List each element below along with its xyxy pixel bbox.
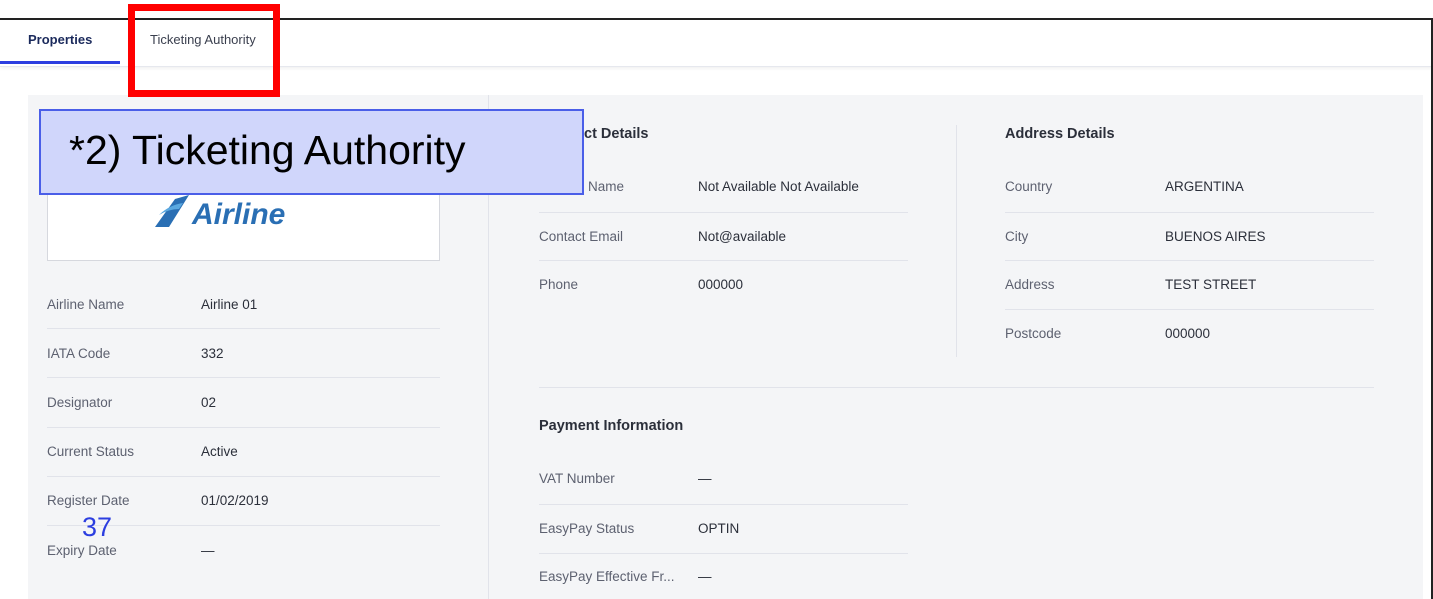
row-divider	[47, 377, 440, 378]
airline-swoosh-icon	[155, 195, 189, 227]
contact-name-label: Name	[588, 179, 625, 194]
row-divider	[47, 427, 440, 428]
postcode-value: 000000	[1165, 326, 1211, 341]
row-divider	[1005, 212, 1374, 213]
expiry-date-label: Expiry Date	[47, 543, 117, 558]
phone-label: Phone	[539, 277, 579, 292]
row-divider	[539, 504, 908, 505]
register-date-label: Register Date	[47, 493, 130, 508]
airline-name-value: Airline 01	[201, 297, 258, 312]
easypay-effective-label: EasyPay Effective Fr...	[539, 569, 675, 584]
easypay-status-label: EasyPay Status	[539, 521, 635, 536]
city-value: BUENOS AIRES	[1165, 229, 1266, 244]
city-label: City	[1005, 229, 1029, 244]
vat-number-value: —	[698, 471, 712, 486]
expiry-date-value: —	[201, 543, 215, 558]
easypay-effective-value: —	[698, 569, 712, 584]
row-divider	[47, 328, 440, 329]
designator-value: 02	[201, 395, 217, 410]
designator-label: Designator	[47, 395, 113, 410]
country-value: ARGENTINA	[1165, 179, 1244, 194]
column-divider	[956, 125, 957, 357]
active-tab-indicator	[0, 61, 120, 64]
phone-value: 000000	[698, 277, 744, 292]
row-divider	[539, 212, 908, 213]
contact-email-label: Contact Email	[539, 229, 624, 244]
contact-details-header: ct Details	[584, 126, 649, 142]
payment-information-header: Payment Information	[539, 418, 684, 434]
row-divider	[1005, 260, 1374, 261]
contact-name-value: Not Available Not Available	[698, 179, 859, 194]
row-divider	[539, 553, 908, 554]
current-status-value: Active	[201, 444, 238, 459]
contact-email-value: Not@available	[698, 229, 787, 244]
current-status-label: Current Status	[47, 444, 135, 459]
register-date-value: 01/02/2019	[201, 493, 269, 508]
iata-code-label: IATA Code	[47, 346, 111, 361]
row-divider	[1005, 309, 1374, 310]
address-details-header: Address Details	[1005, 126, 1115, 142]
callout-label: *2) Ticketing Authority	[69, 127, 466, 173]
easypay-status-value: OPTIN	[698, 521, 740, 536]
address-value: TEST STREET	[1165, 277, 1257, 292]
vat-number-label: VAT Number	[539, 471, 615, 486]
address-label: Address	[1005, 277, 1055, 292]
row-divider	[539, 260, 908, 261]
section-divider	[539, 387, 1374, 388]
row-divider	[47, 476, 440, 477]
airline-logo-text: Airline	[192, 198, 286, 231]
postcode-label: Postcode	[1005, 326, 1062, 341]
airline-name-label: Airline Name	[47, 297, 125, 312]
iata-code-value: 332	[201, 346, 224, 361]
step-number: 37	[82, 512, 113, 542]
tab-properties[interactable]: Properties	[28, 20, 92, 66]
highlight-box	[128, 4, 280, 97]
country-label: Country	[1005, 179, 1053, 194]
